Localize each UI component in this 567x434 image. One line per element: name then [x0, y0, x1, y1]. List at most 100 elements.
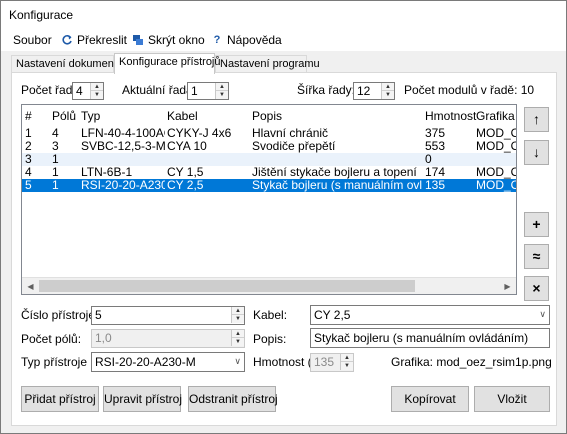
table-row-selected[interactable]: 5 1 RSI-20-20-A230-M CY 2,5 Stykač bojle… [22, 179, 516, 192]
spin-down-icon[interactable]: ▼ [216, 91, 228, 99]
replace-button[interactable]: ≈ [524, 244, 549, 269]
tab-nastaveni-dokumentu[interactable]: Nastavení dokumentu [11, 55, 123, 73]
kabel-dropdown[interactable]: CY 2,5 ∨ [310, 305, 550, 325]
sirka-rady-value: 12 [357, 84, 371, 98]
col-header-typ[interactable]: Typ [81, 109, 100, 123]
horizontal-scrollbar[interactable]: ◀ ▶ [22, 277, 516, 294]
vlozit-button[interactable]: Vložit [474, 386, 550, 412]
typ-pristroje-value: RSI-20-20-A230-M [95, 355, 196, 369]
cell-typ: LTN-6B-1 [81, 166, 133, 179]
aktualni-rada-spinner[interactable]: 1 ▲ ▼ [187, 82, 229, 100]
col-header-kabel[interactable]: Kabel [167, 109, 198, 123]
window-icon [132, 34, 144, 46]
cell-popis: Stykač bojleru (s manuálním ovládání... [252, 179, 422, 192]
window-title: Konfigurace [9, 8, 74, 22]
spin-down-icon[interactable]: ▼ [91, 91, 103, 99]
spin-down-icon[interactable]: ▼ [232, 315, 244, 323]
menu-bar: Soubor Překreslit Skrýt okno ? Nápověda [1, 29, 566, 51]
cell-kabel: CYA 10 [167, 140, 207, 153]
cell-hmotnost: 375 [425, 127, 446, 140]
col-header-polu[interactable]: Pólů [52, 109, 76, 123]
scroll-right-icon[interactable]: ▶ [499, 278, 516, 294]
move-up-button[interactable]: ↑ [524, 107, 549, 132]
cislo-pristroje-spinner[interactable]: 5 ▲ ▼ [91, 306, 245, 325]
cell-polu: 1 [52, 166, 59, 179]
typ-pristroje-dropdown[interactable]: RSI-20-20-A230-M ∨ [91, 352, 245, 372]
spin-up-icon: ▲ [341, 354, 353, 362]
tab-konfigurace-pristroju[interactable]: Konfigurace přístrojů [114, 53, 221, 74]
cell-typ: LFN-40-4-100AC [81, 127, 165, 140]
grafika-info: Grafika: mod_oez_rsim1p.png [391, 355, 552, 369]
col-header-grafika[interactable]: Grafika [476, 109, 515, 123]
spin-down-icon: ▼ [235, 339, 241, 345]
devices-table[interactable]: # Pólů Typ Kabel Popis Hmotnost Grafika … [21, 104, 517, 295]
cislo-pristroje-label: Číslo přístroje: [21, 308, 99, 322]
popis-input[interactable]: Stykač bojleru (s manuálním ovládáním) [310, 328, 550, 348]
table-row[interactable]: 2 3 SVBC-12,5-3-MZ CYA 10 Svodiče přepět… [22, 140, 516, 153]
cell-hmotnost: 174 [425, 166, 446, 179]
spin-up-icon[interactable]: ▲ [216, 83, 228, 91]
pocet-rad-label: Počet řad: [21, 83, 76, 97]
scroll-left-icon[interactable]: ◀ [22, 278, 39, 294]
table-row[interactable]: 3 1 0 [22, 153, 516, 166]
upravit-pristroj-button[interactable]: Upravit přístroj [103, 386, 182, 412]
sirka-rady-spinner[interactable]: 12 ▲ ▼ [353, 82, 395, 100]
title-bar: Konfigurace [1, 1, 566, 29]
col-header-number[interactable]: # [25, 109, 32, 123]
menu-skryt-okno[interactable]: Skrýt okno [132, 33, 205, 47]
col-header-popis[interactable]: Popis [252, 109, 282, 123]
table-row[interactable]: 1 4 LFN-40-4-100AC CYKY-J 4x6 Hlavní chr… [22, 127, 516, 140]
chevron-down-icon: ∨ [539, 309, 546, 319]
menu-soubor-label: Soubor [13, 33, 52, 47]
cell-grafika: MOD_O... [476, 127, 516, 140]
scroll-thumb[interactable] [39, 280, 415, 292]
refresh-icon [61, 34, 73, 46]
cell-typ: SVBC-12,5-3-MZ [81, 140, 165, 153]
menu-prekreslit[interactable]: Překreslit [61, 33, 127, 47]
pocet-rad-value: 4 [76, 84, 83, 98]
typ-pristroje-label: Typ přístroje [21, 355, 88, 369]
cell-number: 1 [25, 127, 32, 140]
menu-napoveda[interactable]: ? Nápověda [211, 33, 282, 47]
cell-number: 2 [25, 140, 32, 153]
move-down-button[interactable]: ↓ [524, 140, 549, 165]
cell-polu: 3 [52, 140, 59, 153]
cislo-pristroje-value: 5 [95, 308, 102, 322]
kopirovat-button[interactable]: Kopírovat [391, 386, 469, 412]
cell-grafika: MOD_O... [476, 179, 516, 192]
spin-up-icon[interactable]: ▲ [382, 83, 394, 91]
menu-napoveda-label: Nápověda [227, 33, 282, 47]
pocet-rad-spinner[interactable]: 4 ▲ ▼ [72, 82, 104, 100]
delete-button[interactable]: × [524, 276, 549, 301]
spin-down-icon[interactable]: ▼ [382, 91, 394, 99]
table-row[interactable]: 4 1 LTN-6B-1 CY 1,5 Jištění stykače bojl… [22, 166, 516, 179]
pridat-pristroj-button[interactable]: Přidat přístroj [21, 386, 99, 412]
cell-hmotnost: 135 [425, 179, 446, 192]
pocet-polu-value: 1,0 [95, 331, 112, 345]
popis-label: Popis: [253, 332, 287, 346]
cell-kabel: CY 1,5 [167, 166, 204, 179]
hmotnost-value: 135 [314, 355, 335, 369]
menu-soubor[interactable]: Soubor [13, 33, 52, 47]
cell-number: 4 [25, 166, 32, 179]
cell-grafika: MOD_O... [476, 140, 516, 153]
add-button[interactable]: + [524, 212, 549, 237]
spin-up-icon: ▲ [232, 330, 244, 338]
spin-up-icon[interactable]: ▲ [232, 307, 244, 315]
spin-up-icon[interactable]: ▲ [91, 83, 103, 91]
hmotnost-spinner: 135 ▲ ▼ [310, 353, 354, 372]
cell-kabel: CYKY-J 4x6 [167, 127, 232, 140]
cell-number: 5 [25, 179, 32, 192]
kabel-label: Kabel: [253, 308, 288, 322]
cell-popis: Jištění stykače bojleru a topení [252, 166, 417, 179]
pocet-polu-spinner: 1,0 ▲ ▼ [91, 329, 245, 348]
table-header: # Pólů Typ Kabel Popis Hmotnost Grafika [22, 105, 516, 125]
spin-down-icon: ▼ [344, 363, 350, 369]
aktualni-rada-label: Aktuální řada: [122, 83, 197, 97]
cell-polu: 4 [52, 127, 59, 140]
odstranit-pristroj-button[interactable]: Odstranit přístroj [188, 386, 278, 412]
menu-skryt-okno-label: Skrýt okno [148, 33, 205, 47]
tab-nastaveni-programu[interactable]: Nastavení programu [215, 55, 320, 73]
chevron-down-icon: ∨ [234, 356, 241, 366]
col-header-hmotnost[interactable]: Hmotnost [425, 109, 476, 123]
